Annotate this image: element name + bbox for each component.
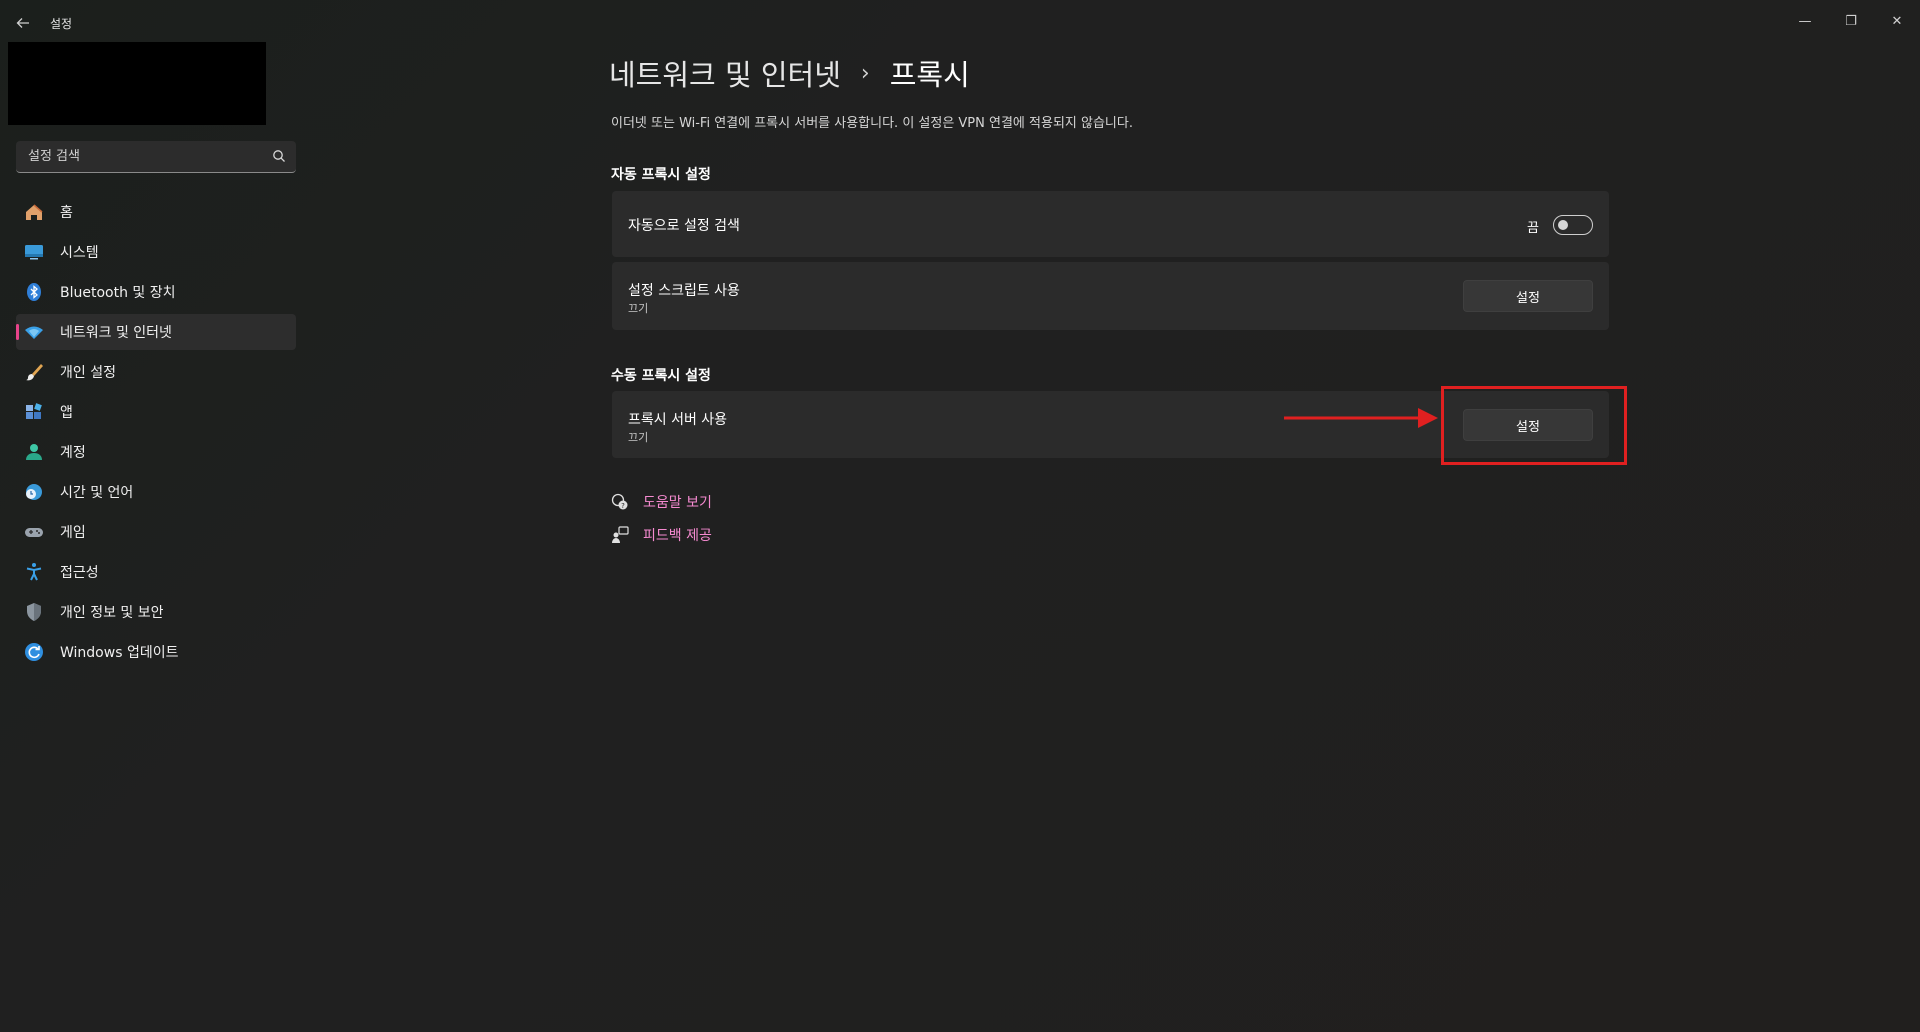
sidebar-item-accounts[interactable]: 계정	[16, 434, 296, 470]
gamepad-icon	[24, 522, 44, 542]
accessibility-icon	[24, 562, 44, 582]
feedback-link[interactable]: 피드백 제공	[611, 525, 712, 545]
sidebar-item-privacy-security[interactable]: 개인 정보 및 보안	[16, 594, 296, 630]
sidebar-item-label: 홈	[60, 205, 73, 221]
globe-clock-icon	[24, 482, 44, 502]
auto-detect-state-label: 끔	[1527, 221, 1539, 236]
sidebar-item-apps[interactable]: 앱	[16, 394, 296, 430]
page-description: 이더넷 또는 Wi-Fi 연결에 프록시 서버를 사용합니다. 이 설정은 VP…	[611, 116, 1133, 131]
setup-script-button[interactable]: 설정	[1463, 280, 1593, 312]
page-title: 프록시	[889, 58, 970, 92]
breadcrumb: 네트워크 및 인터넷 › 프록시	[609, 52, 970, 94]
breadcrumb-parent-link[interactable]: 네트워크 및 인터넷	[609, 52, 841, 94]
system-icon	[24, 242, 44, 262]
setup-script-label: 설정 스크립트 사용	[628, 283, 740, 299]
sidebar-item-windows-update[interactable]: Windows 업데이트	[16, 634, 296, 670]
sidebar-item-label: 네트워크 및 인터넷	[60, 325, 172, 341]
maximize-button[interactable]: ❐	[1828, 6, 1874, 36]
sidebar-item-system[interactable]: 시스템	[16, 234, 296, 270]
auto-detect-toggle[interactable]	[1553, 215, 1593, 235]
settings-search-box[interactable]	[16, 141, 296, 173]
settings-window: 설정 — ❐ ✕ 홈 시스템 Bluetooth 및 장치	[0, 0, 1920, 1032]
sidebar-item-label: 시스템	[60, 245, 99, 261]
home-icon	[24, 202, 44, 222]
sidebar-item-label: 접근성	[60, 565, 99, 581]
sidebar-nav: 홈 시스템 Bluetooth 및 장치 네트워크 및 인터넷 개인 설정 앱 …	[16, 194, 296, 674]
minimize-button[interactable]: —	[1782, 6, 1828, 36]
brush-icon	[24, 362, 44, 382]
sidebar-item-label: 개인 정보 및 보안	[60, 605, 164, 621]
proxy-server-label: 프록시 서버 사용	[628, 412, 728, 428]
sidebar-item-label: Windows 업데이트	[60, 645, 179, 661]
app-title: 설정	[50, 17, 73, 31]
search-icon[interactable]	[272, 149, 286, 163]
help-link-text[interactable]: 도움말 보기	[643, 492, 712, 512]
sidebar-item-network[interactable]: 네트워크 및 인터넷	[16, 314, 296, 350]
shield-icon	[24, 602, 44, 622]
update-icon	[24, 642, 44, 662]
sidebar-item-label: 앱	[60, 405, 73, 421]
help-chat-icon: ?	[611, 493, 629, 511]
auto-proxy-section-title: 자동 프록시 설정	[611, 167, 711, 183]
sidebar-item-label: Bluetooth 및 장치	[60, 285, 176, 301]
setup-script-card: 설정 스크립트 사용 끄기 설정	[612, 262, 1609, 330]
proxy-server-status: 끄기	[628, 431, 649, 444]
sidebar-item-gaming[interactable]: 게임	[16, 514, 296, 550]
breadcrumb-separator: ›	[860, 60, 870, 86]
back-button[interactable]	[12, 12, 34, 34]
toggle-knob	[1558, 220, 1568, 230]
feedback-icon	[611, 526, 629, 544]
manual-proxy-section-title: 수동 프록시 설정	[611, 368, 711, 384]
setup-script-status: 끄기	[628, 302, 649, 315]
apps-icon	[24, 402, 44, 422]
sidebar-item-label: 게임	[60, 525, 86, 541]
help-link[interactable]: ? 도움말 보기	[611, 492, 712, 512]
auto-detect-settings-card: 자동으로 설정 검색 끔	[612, 191, 1609, 257]
wifi-icon	[24, 322, 44, 342]
sidebar-item-home[interactable]: 홈	[16, 194, 296, 230]
svg-text:?: ?	[621, 502, 625, 510]
settings-search-input[interactable]	[28, 149, 268, 164]
title-bar: 설정 — ❐ ✕	[0, 0, 1920, 46]
sidebar-item-time-language[interactable]: 시간 및 언어	[16, 474, 296, 510]
account-icon	[24, 442, 44, 462]
close-button[interactable]: ✕	[1874, 6, 1920, 36]
annotation-arrow-icon	[1284, 408, 1438, 428]
sidebar-item-label: 개인 설정	[60, 365, 116, 381]
auto-detect-label: 자동으로 설정 검색	[628, 218, 740, 234]
sidebar-item-personalization[interactable]: 개인 설정	[16, 354, 296, 390]
back-arrow-icon	[16, 18, 29, 28]
sidebar-item-label: 시간 및 언어	[60, 485, 134, 501]
annotation-highlight-box	[1441, 386, 1627, 465]
account-profile-block[interactable]	[8, 42, 266, 125]
bluetooth-icon	[24, 282, 44, 302]
sidebar-item-bluetooth[interactable]: Bluetooth 및 장치	[16, 274, 296, 310]
sidebar-item-label: 계정	[60, 445, 86, 461]
sidebar-item-accessibility[interactable]: 접근성	[16, 554, 296, 590]
feedback-link-text[interactable]: 피드백 제공	[643, 525, 712, 545]
